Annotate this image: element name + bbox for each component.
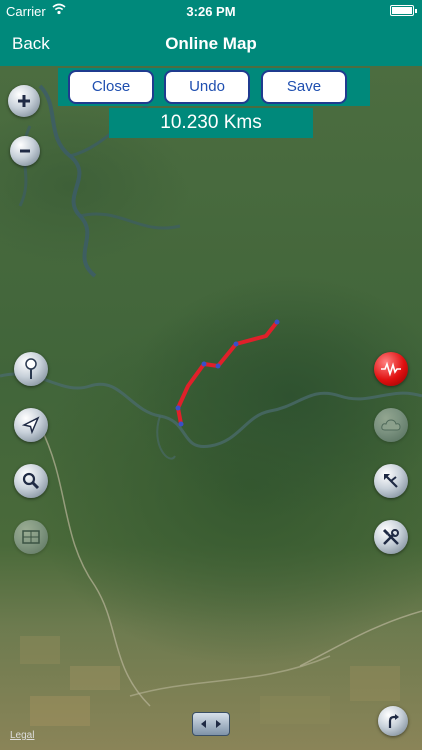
minus-icon <box>20 149 30 153</box>
cloud-icon <box>381 419 401 431</box>
map-layers-button[interactable] <box>14 520 48 554</box>
drop-pin-button[interactable] <box>14 352 48 386</box>
turn-arrow-icon <box>388 714 399 728</box>
undo-button[interactable]: Undo <box>164 70 250 104</box>
satellite-map[interactable] <box>0 66 422 750</box>
locate-button[interactable] <box>14 408 48 442</box>
legal-link[interactable]: Legal <box>10 730 34 741</box>
status-bar: Carrier 3:26 PM <box>0 0 422 22</box>
distance-readout: 10.230 Kms <box>109 108 313 138</box>
location-arrow-icon <box>21 416 40 435</box>
close-button[interactable]: Close <box>68 70 154 104</box>
search-icon <box>22 472 40 490</box>
route-line <box>176 320 279 425</box>
page-title: Online Map <box>165 34 257 53</box>
edit-toolbar: Close Undo Save <box>58 68 370 106</box>
map-terrain <box>0 84 422 726</box>
save-button[interactable]: Save <box>261 70 347 104</box>
tools-button[interactable] <box>374 520 408 554</box>
directions-button[interactable] <box>374 464 408 498</box>
directions-icon <box>384 474 398 488</box>
turn-button[interactable] <box>378 706 408 736</box>
route-button[interactable] <box>374 352 408 386</box>
search-button[interactable] <box>14 464 48 498</box>
status-time: 3:26 PM <box>186 4 236 19</box>
navigation-bar: Back Online Map <box>0 22 422 66</box>
plus-icon <box>18 95 30 107</box>
battery-icon <box>390 5 417 16</box>
zoom-in-button[interactable] <box>8 85 40 117</box>
tools-icon <box>382 528 399 545</box>
route-icon <box>381 361 401 377</box>
zoom-out-button[interactable] <box>10 136 40 166</box>
left-right-arrows-icon <box>201 720 221 728</box>
weather-button[interactable] <box>374 408 408 442</box>
pin-icon <box>25 358 37 379</box>
map-layers-icon <box>22 530 40 544</box>
pager-button[interactable] <box>192 712 230 736</box>
